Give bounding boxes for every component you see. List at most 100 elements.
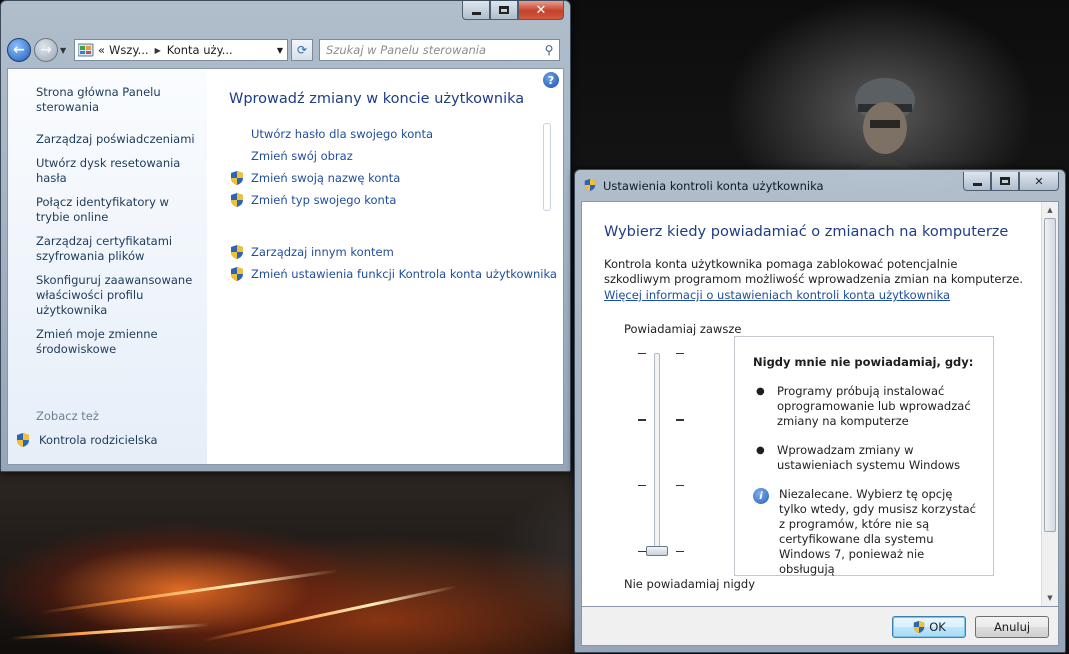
close-button[interactable]: ✕: [1019, 172, 1059, 191]
parental-controls-link[interactable]: Kontrola rodzicielska: [39, 433, 158, 447]
uac-content: Wybierz kiedy powiadamiać o zmianach na …: [581, 201, 1059, 607]
minimize-button[interactable]: [963, 172, 991, 191]
shield-icon: [231, 193, 243, 207]
bullet-text: Programy próbują instalować oprogramowan…: [777, 384, 971, 428]
level-description-box: Nigdy mnie nie powiadamiaj, gdy: ● Progr…: [734, 336, 994, 576]
forward-button[interactable]: →: [34, 38, 58, 62]
cancel-button[interactable]: Anuluj: [975, 616, 1049, 638]
ok-label: OK: [929, 620, 946, 634]
task-label[interactable]: Zmień swoją nazwę konta: [251, 171, 400, 185]
bullet-icon: ●: [756, 386, 765, 397]
task-link[interactable]: Utwórz hasło dla swojego konta: [229, 123, 563, 145]
ok-button[interactable]: OK: [892, 616, 966, 638]
slider-thumb[interactable]: [646, 546, 668, 556]
see-also-heading: Zobacz też: [36, 409, 99, 423]
sidebar-item-online-ids[interactable]: Połącz identyfikatory w trybie online: [36, 195, 201, 225]
task-label[interactable]: Zmień ustawienia funkcji Kontrola konta …: [251, 267, 557, 281]
maximize-button[interactable]: [991, 172, 1019, 191]
slider-tick: [638, 485, 646, 486]
navigation-bar: ← → ▼ « Wszy... ▶ Konta uży... ▼ ⟳ Szuka…: [7, 35, 564, 65]
task-link[interactable]: Zarządzaj innym kontem: [229, 241, 563, 263]
page-title: Wprowadź zmiany w koncie użytkownika: [229, 91, 525, 107]
close-button[interactable]: ✕: [518, 1, 564, 20]
search-icon[interactable]: ⚲: [539, 43, 559, 57]
task-link[interactable]: Zmień swoją nazwę konta: [229, 167, 563, 189]
sidebar-item-parental[interactable]: Kontrola rodzicielska: [15, 432, 158, 448]
task-link[interactable]: Zmień typ swojego konta: [229, 189, 563, 211]
caption-buttons: ✕: [963, 172, 1059, 191]
chevron-down-icon[interactable]: ▼: [273, 46, 287, 55]
dialog-footer: OK Anuluj: [581, 607, 1059, 646]
slider-tick: [676, 353, 684, 354]
main-pane: ? Wprowadź zmiany w koncie użytkownika U…: [207, 69, 563, 464]
sidebar-item-reset-disk[interactable]: Utwórz dysk resetowania hasła: [36, 156, 201, 186]
uac-description: Kontrola konta użytkownika pomaga zablok…: [604, 257, 1023, 286]
sidebar-item-certificates[interactable]: Zarządzaj certyfikatami szyfrowania plik…: [36, 234, 201, 264]
list-item: ● Programy próbują instalować oprogramow…: [753, 384, 979, 429]
control-panel-icon: [78, 43, 94, 57]
address-bar[interactable]: « Wszy... ▶ Konta uży... ▼: [74, 39, 288, 61]
note-text: Niezalecane. Wybierz tę opcję tylko wted…: [779, 487, 977, 576]
task-link[interactable]: Zmień ustawienia funkcji Kontrola konta …: [229, 263, 563, 285]
shield-icon: [913, 620, 925, 634]
shield-icon: [17, 433, 29, 447]
task-icon-slot: [229, 170, 251, 186]
uac-settings-window: Ustawienia kontroli konta użytkownika ✕ …: [574, 169, 1066, 653]
task-link[interactable]: Zmień swój obraz: [229, 145, 563, 167]
task-icon-slot: [229, 126, 251, 142]
minimize-button[interactable]: [462, 1, 490, 20]
search-input[interactable]: Szukaj w Panelu sterowania ⚲: [319, 39, 560, 61]
wallpaper-soldier: [845, 78, 925, 180]
warning-note: i Niezalecane. Wybierz tę opcję tylko wt…: [753, 487, 979, 577]
control-panel-content: Strona główna Panelu sterowania Zarządza…: [7, 68, 564, 465]
address-overflow[interactable]: «: [98, 43, 105, 57]
notification-slider[interactable]: [654, 353, 660, 553]
sidebar-item-home[interactable]: Strona główna Panelu sterowania: [36, 85, 201, 115]
slider-tick: [676, 485, 684, 486]
task-label[interactable]: Utwórz hasło dla swojego konta: [251, 127, 433, 141]
slider-top-label: Powiadamiaj zawsze: [624, 322, 742, 336]
shield-icon: [231, 267, 243, 281]
sidebar-item-credentials[interactable]: Zarządzaj poświadczeniami: [36, 132, 201, 147]
task-icon-slot: [229, 148, 251, 164]
chevron-right-icon[interactable]: ▶: [155, 46, 161, 55]
breadcrumb-user-accounts[interactable]: Konta uży...: [167, 43, 233, 57]
window-title: Ustawienia kontroli konta użytkownika: [603, 179, 824, 193]
info-icon: i: [753, 488, 769, 504]
shield-icon: [231, 171, 243, 185]
wallpaper-streak: [10, 623, 210, 640]
task-icon-slot: [229, 266, 251, 282]
breadcrumb-all-items[interactable]: Wszy...: [109, 43, 149, 57]
back-button[interactable]: ←: [7, 38, 31, 62]
sidebar: Strona główna Panelu sterowania Zarządza…: [8, 69, 207, 464]
refresh-button[interactable]: ⟳: [291, 39, 313, 61]
main-scrollbar[interactable]: [543, 123, 551, 211]
task-icon-slot: [229, 244, 251, 260]
control-panel-window: ✕ ← → ▼ « Wszy... ▶ Konta uży... ▼ ⟳ Szu…: [0, 0, 571, 472]
caption-buttons: ✕: [462, 1, 564, 20]
more-info-link[interactable]: Więcej informacji o ustawieniach kontrol…: [604, 288, 950, 302]
maximize-button[interactable]: [490, 1, 518, 20]
sidebar-item-env-vars[interactable]: Zmień moje zmienne środowiskowe: [36, 327, 201, 357]
slider-tick: [638, 353, 646, 354]
shield-icon: [231, 245, 243, 259]
slider-tick: [638, 419, 646, 421]
bullet-text: Wprowadzam zmiany w ustawieniach systemu…: [777, 443, 961, 472]
vertical-scrollbar[interactable]: ▲ ▼: [1041, 202, 1058, 606]
sidebar-item-profile[interactable]: Skonfiguruj zaawansowane właściwości pro…: [36, 273, 201, 318]
help-icon[interactable]: ?: [543, 72, 559, 88]
scroll-up-arrow[interactable]: ▲: [1042, 202, 1058, 218]
scroll-down-arrow[interactable]: ▼: [1042, 590, 1058, 606]
task-label[interactable]: Zmień typ swojego konta: [251, 193, 396, 207]
task-label[interactable]: Zarządzaj innym kontem: [251, 245, 394, 259]
slider-bottom-label: Nie powiadamiaj nigdy: [624, 577, 756, 591]
task-label[interactable]: Zmień swój obraz: [251, 149, 353, 163]
slider-tick: [676, 551, 684, 552]
recent-pages-dropdown[interactable]: ▼: [60, 46, 70, 55]
slider-tick: [676, 419, 684, 421]
list-item: ● Wprowadzam zmiany w ustawieniach syste…: [753, 443, 979, 473]
bullet-icon: ●: [756, 445, 765, 456]
scroll-thumb[interactable]: [1044, 218, 1056, 532]
task-list-secondary: Zarządzaj innym kontem Zmień ustawienia f…: [229, 241, 563, 285]
wallpaper-streak: [41, 569, 339, 614]
